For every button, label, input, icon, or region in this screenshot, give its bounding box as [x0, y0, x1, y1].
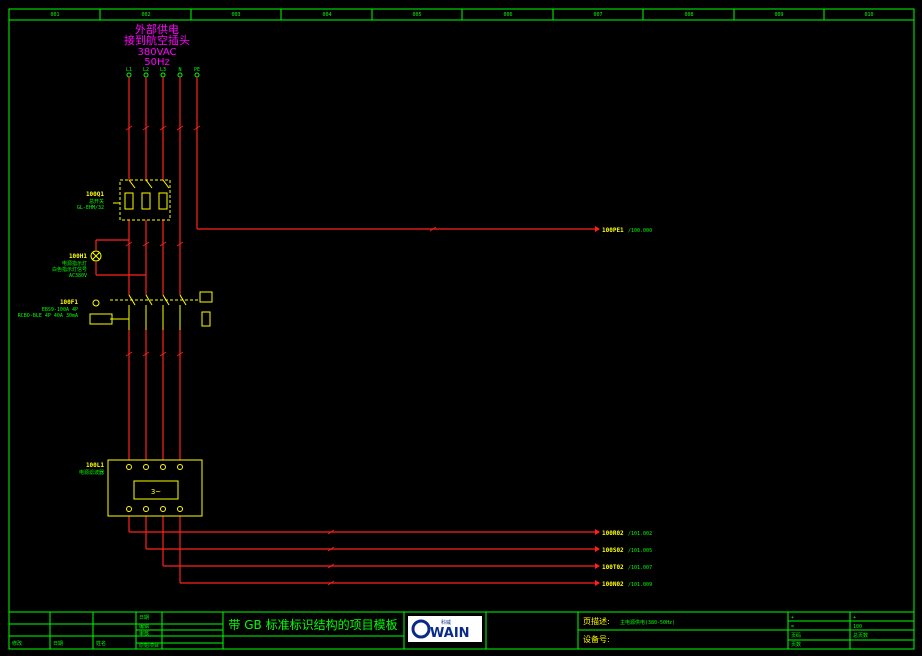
project-title: 带 GB 标准标识结构的项目模板	[228, 617, 397, 632]
column-number: 008	[684, 12, 693, 18]
output-tag: 100S02	[602, 547, 624, 554]
output-references: 100PE1 /100.000 100R02 /101.002 100S02 /…	[602, 227, 652, 588]
h1-desc2: 白色指示灯信号	[52, 266, 87, 273]
main-wires	[95, 77, 595, 584]
revision-label: 修改	[12, 640, 22, 647]
right-col2-c: 总页数	[853, 632, 868, 639]
supply-line2: 接到航空插头	[124, 33, 190, 47]
h1-tag: 100H1	[69, 253, 87, 260]
terminal-label: L2	[143, 67, 149, 73]
edit-label: 编辑	[139, 623, 149, 630]
company-logo: WAIN 科威	[408, 616, 482, 642]
supply-terminals: L1 L2 L3 N PE	[126, 67, 200, 78]
output-tag: 100N02	[602, 581, 624, 588]
output-tag: 100R02	[602, 530, 624, 537]
column-number: 009	[774, 12, 783, 18]
revision-name-label: 姓名	[96, 640, 106, 647]
output-tag: 100PE1	[602, 227, 624, 234]
page-desc-label: 页描述:	[583, 616, 610, 626]
f1-tag: 100F1	[60, 299, 78, 306]
filter-symbol: 3~	[151, 488, 161, 496]
column-number: 010	[864, 12, 873, 18]
h1-voltage: AC380V	[69, 273, 87, 279]
terminal-label: L3	[160, 67, 166, 73]
l1-tag: 100L1	[86, 462, 104, 469]
column-number: 003	[231, 12, 240, 18]
schematic-canvas: 001 002 003 004 005 006 007 008 009 010 …	[8, 8, 915, 650]
terminal-label: N	[178, 67, 181, 73]
q1-model: GL-EHM/32	[77, 205, 104, 211]
supply-heading: 外部供电 接到航空插头 380VAC 50Hz	[124, 22, 190, 68]
page-desc-value: 主电源供电(380-50Hz)	[620, 619, 675, 626]
output-ref: /101.005	[628, 548, 652, 554]
logo-small: 科威	[441, 619, 451, 626]
output-ref: /101.009	[628, 582, 652, 588]
output-tag: 100T02	[602, 564, 624, 571]
output-arrows	[595, 226, 600, 586]
right-col1-b: =	[791, 624, 794, 630]
q1-tag: 100Q1	[86, 191, 104, 198]
right-col1-c: 页码	[791, 632, 801, 639]
column-number: 004	[322, 12, 331, 18]
output-ref: /100.000	[628, 228, 652, 234]
rcbo-f1	[89, 291, 213, 330]
right-col2-b: 100	[853, 624, 862, 630]
date-label: 日期	[139, 615, 149, 621]
revision-date-label: 日期	[53, 641, 63, 647]
indicator-lamp-h1	[90, 250, 102, 262]
f1-model: RCBO-BLE 4P 40A 30mA	[18, 313, 78, 319]
column-number: 007	[593, 12, 602, 18]
output-ref: /101.002	[628, 531, 652, 537]
standard-label: 原始项目	[139, 642, 159, 649]
right-col2-a: +	[853, 615, 856, 621]
right-col1-a: +	[791, 615, 794, 621]
q1-desc: 总开关	[89, 198, 104, 205]
column-number: 002	[141, 12, 150, 18]
l1-desc: 电源滤波器	[79, 469, 104, 476]
column-number: 006	[503, 12, 512, 18]
logo-text: WAIN	[430, 626, 470, 641]
column-header: 001 002 003 004 005 006 007 008 009 010	[50, 9, 874, 20]
terminal-label: PE	[194, 67, 200, 73]
terminal-label: L1	[126, 67, 132, 73]
h1-desc: 电源指示灯	[62, 260, 87, 267]
device-label: 设备号:	[583, 634, 610, 644]
column-number: 001	[50, 12, 59, 18]
right-col1-d: 页数	[791, 641, 801, 648]
output-ref: /101.007	[628, 565, 652, 571]
drawing-frame	[8, 8, 915, 650]
column-number: 005	[412, 12, 421, 18]
check-label: 审核	[139, 630, 149, 637]
main-switch-q1	[113, 179, 171, 221]
